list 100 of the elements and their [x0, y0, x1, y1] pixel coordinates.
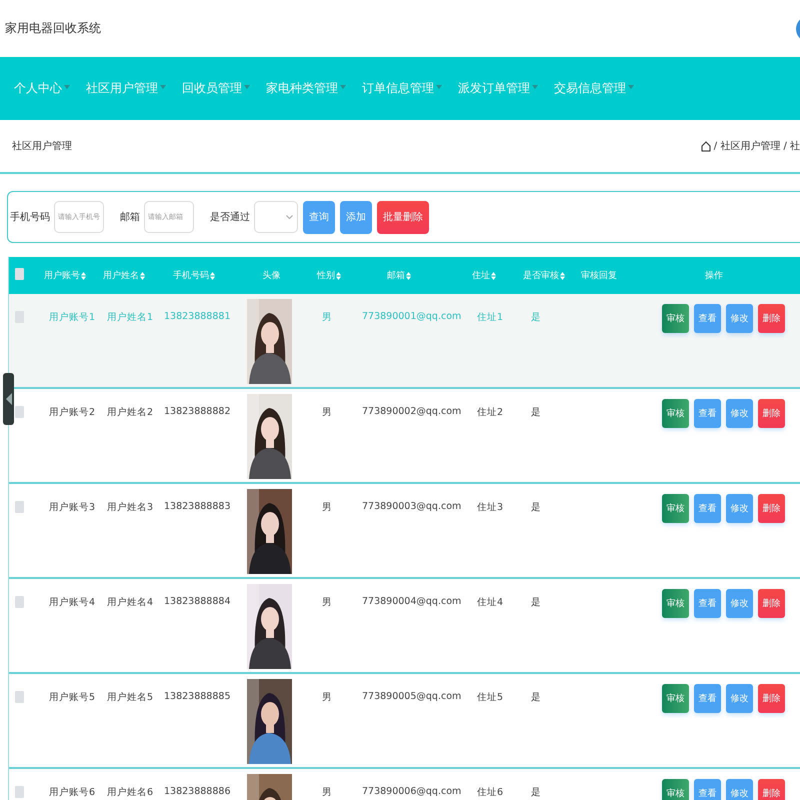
table-cell: 用户账号2 [49, 407, 96, 418]
caret-icon [244, 85, 250, 89]
table-cell: 773890004@qq.com [362, 596, 462, 607]
table-cell: 用户姓名2 [107, 407, 154, 418]
action-button[interactable]: 审核 [662, 494, 689, 523]
checkbox[interactable] [15, 691, 24, 703]
column-header[interactable]: 是否审核 [523, 269, 565, 282]
nav-item[interactable]: 交易信息管理 [554, 80, 634, 97]
action-button[interactable]: 删除 [758, 399, 785, 428]
table-cell: 男 [322, 597, 332, 608]
table-cell: 用户姓名1 [107, 312, 154, 323]
action-button[interactable]: 删除 [758, 494, 785, 523]
action-button[interactable]: 查看 [694, 399, 721, 428]
table-cell: 用户账号5 [49, 692, 96, 703]
action-button[interactable]: 修改 [726, 399, 753, 428]
field-label: 是否通过 [210, 210, 250, 224]
caret-icon [160, 85, 166, 89]
table-cell: 是 [531, 502, 541, 513]
column-header[interactable]: 操作 [705, 269, 723, 282]
action-button[interactable]: 删除 [758, 779, 785, 800]
caret-icon [532, 85, 538, 89]
checkbox[interactable] [15, 268, 24, 280]
column-header[interactable]: 邮箱 [387, 269, 411, 282]
select-field[interactable] [254, 201, 298, 233]
action-button[interactable]: 查看 [694, 494, 721, 523]
action-button[interactable]: 审核 [662, 684, 689, 713]
table-cell: 用户姓名4 [107, 597, 154, 608]
nav-item[interactable]: 回收员管理 [182, 80, 250, 97]
checkbox[interactable] [15, 786, 24, 798]
checkbox[interactable] [15, 501, 24, 513]
sort-icon[interactable] [81, 272, 86, 280]
action-button[interactable]: 查看 [694, 779, 721, 800]
column-header[interactable]: 审核回复 [581, 269, 617, 282]
table-cell: 13823888885 [164, 691, 230, 702]
table-cell: 住址5 [477, 692, 504, 703]
action-button[interactable]: 修改 [726, 684, 753, 713]
action-button[interactable]: 修改 [726, 779, 753, 800]
action-button[interactable]: 审核 [662, 589, 689, 618]
caret-icon [340, 85, 346, 89]
table-cell: 773890002@qq.com [362, 406, 462, 417]
home-icon[interactable] [700, 140, 711, 152]
table-cell: 男 [322, 502, 332, 513]
action-button[interactable]: 修改 [726, 494, 753, 523]
table-cell: 用户账号4 [49, 597, 96, 608]
sort-icon[interactable] [406, 272, 411, 280]
action-button[interactable]: 修改 [726, 304, 753, 333]
table-cell: 是 [531, 597, 541, 608]
column-header[interactable]: 性别 [317, 269, 341, 282]
column-header[interactable]: 头像 [262, 269, 280, 282]
sidebar-toggle[interactable] [3, 373, 14, 425]
table-cell: 住址1 [477, 312, 504, 323]
table-cell: 住址6 [477, 787, 504, 798]
column-header[interactable]: 手机号码 [173, 269, 215, 282]
table-cell: 男 [322, 407, 332, 418]
table-cell: 是 [531, 312, 541, 323]
table-cell: 用户姓名3 [107, 502, 154, 513]
sort-icon[interactable] [560, 272, 565, 280]
action-button[interactable]: 审核 [662, 304, 689, 333]
nav-item[interactable]: 个人中心 [14, 80, 70, 97]
table-cell: 住址3 [477, 502, 504, 513]
table-cell: 用户账号1 [49, 312, 96, 323]
table-cell: 用户姓名6 [107, 787, 154, 798]
table-cell: 是 [531, 787, 541, 798]
column-header[interactable]: 用户姓名 [103, 269, 145, 282]
search-button[interactable]: 批量删除 [377, 200, 429, 234]
action-button[interactable]: 审核 [662, 399, 689, 428]
field-label: 邮箱 [120, 210, 140, 224]
table-cell: 住址2 [477, 407, 504, 418]
table-row[interactable]: 用户账号1 用户姓名1 13823888881 男 773890001@qq.com 住址1 是 审核 查看 修改 删除 [9, 294, 800, 389]
action-button[interactable]: 查看 [694, 684, 721, 713]
column-header[interactable]: 用户账号 [44, 269, 86, 282]
action-button[interactable]: 修改 [726, 589, 753, 618]
table-cell: 住址4 [477, 597, 504, 608]
breadcrumb[interactable]: / 社区用户管理 / 社 [714, 139, 800, 153]
action-button[interactable]: 查看 [694, 304, 721, 333]
sort-icon[interactable] [210, 272, 215, 280]
sort-icon[interactable] [140, 272, 145, 280]
nav-item[interactable]: 社区用户管理 [86, 80, 166, 97]
app-title: 家用电器回收系统 [5, 20, 101, 37]
sort-icon[interactable] [491, 272, 496, 280]
nav-item[interactable]: 订单信息管理 [362, 80, 442, 97]
search-button[interactable]: 查询 [303, 200, 335, 234]
action-button[interactable]: 查看 [694, 589, 721, 618]
table-cell: 773890001@qq.com [362, 311, 462, 322]
column-header[interactable]: 住址 [472, 269, 496, 282]
page-title: 社区用户管理 [12, 140, 72, 153]
nav-item[interactable]: 家电种类管理 [266, 80, 346, 97]
table-cell: 13823888886 [164, 786, 230, 797]
action-button[interactable]: 删除 [758, 304, 785, 333]
checkbox[interactable] [15, 406, 24, 418]
table-cell: 是 [531, 692, 541, 703]
nav-item[interactable]: 派发订单管理 [458, 80, 538, 97]
action-button[interactable]: 审核 [662, 779, 689, 800]
search-button[interactable]: 添加 [340, 200, 372, 234]
sort-icon[interactable] [336, 272, 341, 280]
action-button[interactable]: 删除 [758, 589, 785, 618]
action-button[interactable]: 删除 [758, 684, 785, 713]
checkbox[interactable] [15, 596, 24, 608]
table-cell: 男 [322, 692, 332, 703]
caret-icon [64, 85, 70, 89]
